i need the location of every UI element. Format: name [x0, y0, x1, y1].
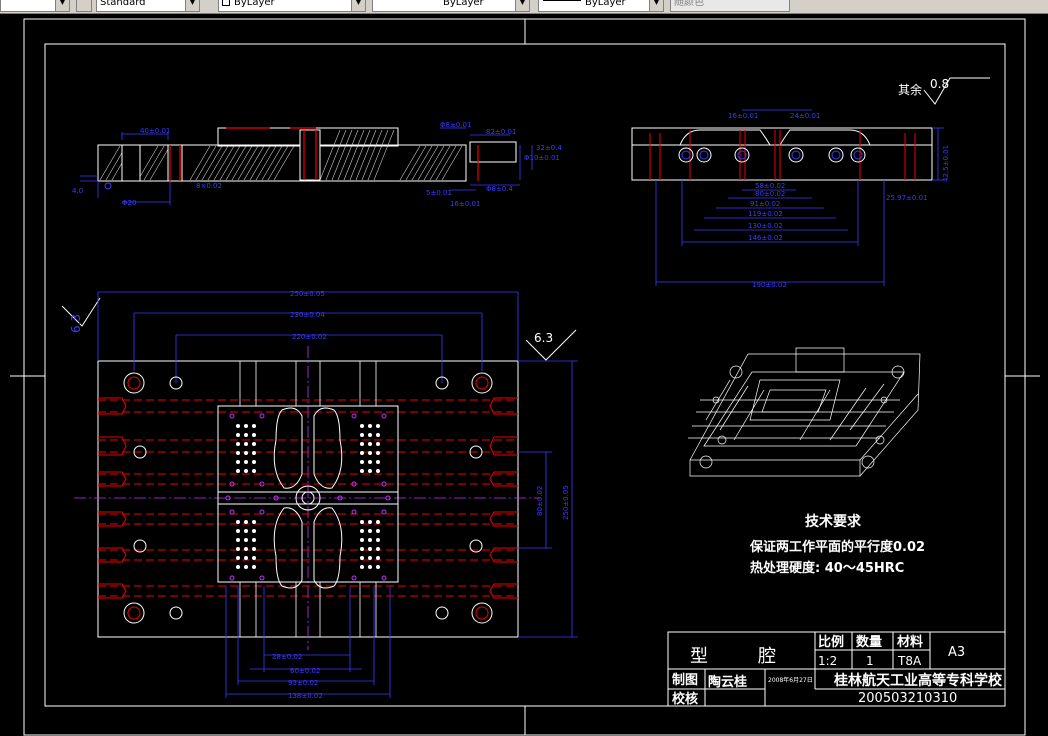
color-value: ByLayer	[234, 0, 275, 8]
svg-text:5±0.01: 5±0.01	[426, 189, 452, 197]
roughness-other-label: 其余	[898, 82, 922, 97]
dim-plan-b4: 138±0.02	[288, 692, 323, 700]
dim-plan-h1: 250±0.05	[562, 485, 570, 520]
drawing-canvas[interactable]: 40±0.01 8×0.02 82±0.01 4.0 Φ20 Φ8±0.01 3…	[0, 14, 1048, 736]
tech-req-line1: 保证两工作平面的平行度0.02	[749, 539, 925, 555]
dim-right-w1: 58±0.02	[755, 182, 785, 190]
dim-plan-w3: 220±0.02	[292, 333, 327, 341]
dim-right-w2: 80±0.02	[755, 190, 785, 198]
roughness-symbols	[61, 77, 990, 361]
layer-control-combo[interactable]: ▼	[0, 0, 70, 12]
dim-right-w5: 130±0.02	[748, 222, 783, 230]
tb-date: 2008年6月27日	[768, 676, 813, 684]
dim-plan-b2: 60±0.02	[290, 667, 320, 675]
tb-qty-label: 数量	[856, 634, 882, 650]
linetype-value: ByLayer	[443, 0, 484, 8]
dim-top-a: 40±0.01	[140, 127, 170, 135]
linetype-combo[interactable]: ByLayer ▼	[372, 0, 530, 12]
dim-right-top1: 16±0.01	[728, 112, 758, 120]
tb-drawn-label: 制图	[672, 672, 698, 688]
chevron-down-icon: ▼	[351, 0, 365, 11]
front-section-view: 40±0.01 8×0.02 82±0.01 4.0 Φ20 Φ8±0.01 3…	[72, 121, 562, 208]
tb-material-label: 材料	[897, 634, 923, 650]
chevron-down-icon: ▼	[185, 0, 199, 11]
roughness-mid: 6.3	[534, 331, 553, 345]
dim-right-w4: 119±0.02	[748, 210, 783, 218]
color-combo[interactable]: ByLayer ▼	[218, 0, 366, 12]
plot-style-combo[interactable]: 随颜色	[670, 0, 790, 12]
svg-text:Φ8±0.4: Φ8±0.4	[486, 185, 514, 193]
tech-req-line2: 热处理硬度: 40～45HRC	[750, 560, 904, 576]
plot-style-value: 随颜色	[674, 0, 704, 8]
tb-drawn-by: 陶云桂	[708, 674, 747, 690]
lineweight-preview	[543, 0, 581, 1]
tb-part-name-2: 腔	[758, 646, 776, 667]
dim-top-b: 8×0.02	[196, 182, 222, 190]
dim-plan-w2: 230±0.04	[290, 311, 325, 319]
dim-right-w7: 190±0.02	[752, 281, 787, 289]
chevron-down-icon: ▼	[55, 0, 69, 11]
tb-check-label: 校核	[672, 691, 698, 707]
lineweight-value: ByLayer	[585, 0, 626, 8]
dim-plan-b1: 28±0.02	[272, 653, 302, 661]
tb-scale-value: 1:2	[818, 654, 837, 668]
tb-part-name-1: 型	[690, 646, 708, 667]
tb-material-value: T8A	[897, 654, 922, 668]
text-style-icon[interactable]	[76, 0, 92, 12]
dim-top-c: 82±0.01	[486, 128, 516, 136]
chevron-down-icon: ▼	[649, 0, 663, 11]
properties-toolbar: ▼ Standard ▼ ByLayer ▼ ByLayer ▼ ByLayer…	[0, 0, 1048, 14]
tb-student-no: 200503210310	[858, 691, 957, 706]
chevron-down-icon: ▼	[515, 0, 529, 11]
side-view: 16±0.01 24±0.01 58±0.02 80±0.02 91±0.02 …	[631, 109, 950, 289]
svg-text:16±0.01: 16±0.01	[450, 200, 480, 208]
dim-plan-w1: 250±0.05	[290, 290, 325, 298]
dim-plan-b3: 93±0.02	[288, 679, 318, 687]
text-style-combo[interactable]: Standard ▼	[96, 0, 200, 12]
dim-top-d: 4.0	[72, 187, 83, 195]
svg-text:32±0.4: 32±0.4	[536, 144, 562, 152]
dim-right-w3: 91±0.02	[750, 200, 780, 208]
tb-scale-label: 比例	[818, 634, 844, 650]
color-swatch-icon	[222, 0, 230, 6]
text-style-value: Standard	[100, 0, 146, 8]
dim-right-h1: 42.5±0.01	[942, 145, 950, 182]
dim-right-h2: 25.97±0.01	[886, 194, 928, 202]
svg-text:Φ8±0.01: Φ8±0.01	[440, 121, 471, 129]
isometric-view	[688, 347, 921, 477]
drawing-frame	[44, 43, 1006, 707]
cad-drawing: 40±0.01 8×0.02 82±0.01 4.0 Φ20 Φ8±0.01 3…	[10, 18, 1040, 736]
lineweight-combo[interactable]: ByLayer ▼	[538, 0, 664, 12]
tb-sheet-size: A3	[948, 645, 965, 660]
plan-view: 250±0.05 230±0.04 220±0.02 250±0.05 80±0…	[74, 290, 578, 700]
dim-right-top2: 24±0.01	[790, 112, 820, 120]
svg-text:Φ20: Φ20	[122, 199, 136, 207]
roughness-other-value: 0.8	[930, 77, 949, 91]
dim-right-w6: 146±0.02	[748, 234, 783, 242]
tb-qty-value: 1	[866, 654, 874, 668]
dim-plan-h2: 80±0.02	[536, 486, 544, 516]
roughness-top-left: 6.3	[69, 314, 83, 333]
tb-school: 桂林航天工业高等专科学校	[833, 672, 1003, 689]
svg-text:Φ10±0.01: Φ10±0.01	[524, 154, 560, 162]
tech-req-title: 技术要求	[805, 513, 862, 530]
